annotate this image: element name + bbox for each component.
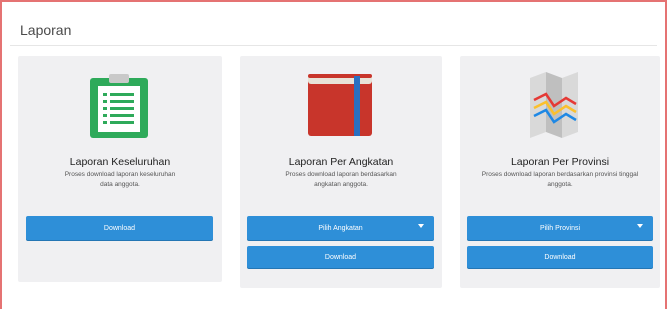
card-description: Proses download laporan keseluruhan data… — [64, 171, 176, 188]
download-button[interactable]: Download — [26, 216, 213, 240]
chevron-down-icon — [418, 224, 424, 228]
download-button-label: Download — [324, 253, 357, 261]
panel-top-border — [0, 0, 667, 2]
card-description: Proses download laporan berdasarkan prov… — [481, 171, 639, 188]
card-laporan-keseluruhan: Laporan Keseluruhan Proses download lapo… — [18, 56, 222, 282]
panel-left-border — [0, 0, 2, 309]
map-icon — [524, 70, 584, 140]
card-title: Laporan Per Provinsi — [510, 156, 610, 168]
download-button-label: Download — [103, 224, 136, 232]
download-button-label: Download — [544, 253, 576, 261]
pilih-provinsi-select[interactable]: Pilih Provinsi — [467, 216, 653, 240]
card-title: Laporan Per Angkatan — [288, 156, 394, 168]
download-button[interactable]: Download — [247, 246, 434, 268]
download-button[interactable]: Download — [467, 246, 653, 268]
panel-divider — [10, 45, 657, 46]
pilih-angkatan-select[interactable]: Pilih Angkatan — [247, 216, 434, 240]
book-icon — [306, 72, 374, 138]
card-title: Laporan Keseluruhan — [69, 156, 171, 168]
chevron-down-icon — [637, 224, 643, 228]
card-description: Proses download laporan berdasarkan angk… — [285, 171, 397, 188]
panel-title: Laporan — [20, 22, 72, 38]
clipboard-icon — [88, 72, 150, 140]
select-label: Pilih Provinsi — [539, 224, 581, 232]
card-laporan-per-angkatan: Laporan Per Angkatan Proses download lap… — [240, 56, 442, 288]
select-label: Pilih Angkatan — [318, 224, 363, 232]
card-laporan-per-provinsi: Laporan Per Provinsi Proses download lap… — [460, 56, 660, 288]
